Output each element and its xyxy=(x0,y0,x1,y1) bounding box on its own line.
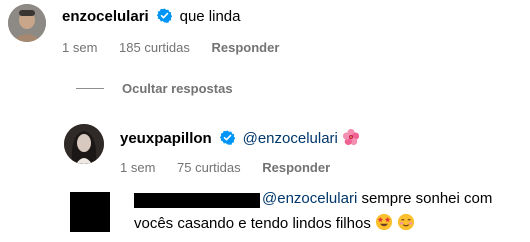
username-enzocelulari[interactable]: enzocelulari xyxy=(62,8,149,25)
comment-text: que linda xyxy=(179,8,241,25)
blushing-face-icon xyxy=(397,213,415,235)
comment-time: 1 sem xyxy=(62,40,98,55)
reply-button[interactable]: Responder xyxy=(262,160,330,175)
reply-text-line2: vocês casando e tendo lindos filhos xyxy=(134,215,371,232)
redacted-username xyxy=(134,193,260,208)
verified-badge-icon xyxy=(219,130,236,150)
reply-time: 1 sem xyxy=(120,160,156,175)
redacted-avatar xyxy=(70,192,110,232)
avatar-enzocelulari[interactable] xyxy=(8,4,46,42)
mention-link[interactable]: @enzocelulari xyxy=(243,130,338,147)
reply-text-line1: sempre sonhei com xyxy=(357,190,493,207)
star-struck-icon xyxy=(375,213,393,235)
verified-badge-icon xyxy=(156,8,173,28)
mention-link[interactable]: @enzocelulari xyxy=(262,190,357,207)
avatar-yeuxpapillon[interactable] xyxy=(64,124,104,164)
hide-replies-button[interactable]: Ocultar respostas xyxy=(122,81,233,96)
hibiscus-icon xyxy=(342,128,360,151)
divider-line xyxy=(76,88,104,89)
comment-likes[interactable]: 185 curtidas xyxy=(119,40,190,55)
username-yeuxpapillon[interactable]: yeuxpapillon xyxy=(120,130,212,147)
reply-likes[interactable]: 75 curtidas xyxy=(177,160,241,175)
reply-button[interactable]: Responder xyxy=(211,40,279,55)
